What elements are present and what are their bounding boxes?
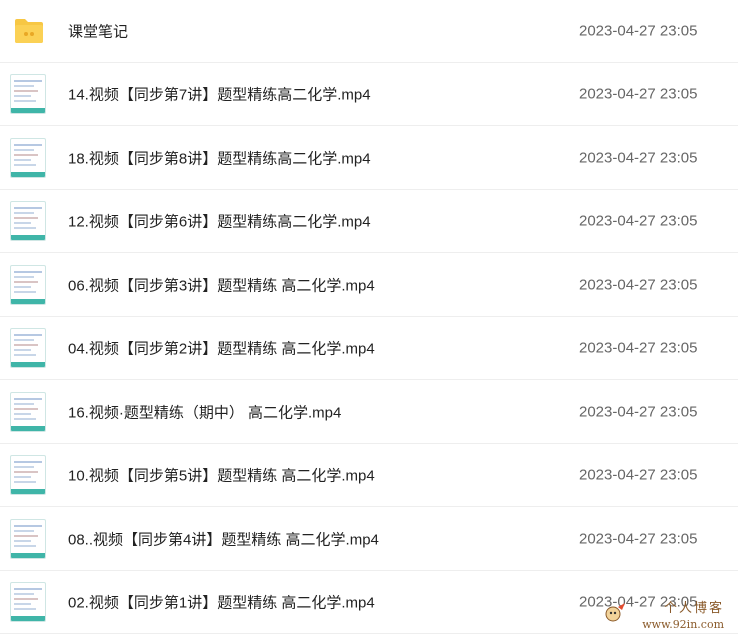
modified-date: 2023-04-27 23:05 xyxy=(579,530,698,548)
video-thumbnail-icon xyxy=(10,519,46,559)
file-name: 10.视频【同步第5讲】题型精练 高二化学.mp4 xyxy=(68,467,375,485)
watermark: 个人博客 www.92in.com xyxy=(604,597,724,631)
video-thumbnail-icon xyxy=(10,392,46,432)
list-item[interactable]: 12.视频【同步第6讲】题型精练高二化学.mp4 2023-04-27 23:0… xyxy=(0,190,738,253)
video-thumbnail-icon xyxy=(10,455,46,495)
list-item[interactable]: 10.视频【同步第5讲】题型精练 高二化学.mp4 2023-04-27 23:… xyxy=(0,444,738,507)
modified-date: 2023-04-27 23:05 xyxy=(579,22,698,40)
video-thumbnail-icon xyxy=(10,265,46,305)
file-list: 课堂笔记 2023-04-27 23:05 14.视频【同步第7讲】题型精练高二… xyxy=(0,0,738,637)
file-name: 06.视频【同步第3讲】题型精练 高二化学.mp4 xyxy=(68,277,375,295)
list-item[interactable]: 课堂笔记 2023-04-27 23:05 xyxy=(0,0,738,63)
list-item[interactable]: 08..视频【同步第4讲】题型精练 高二化学.mp4 2023-04-27 23… xyxy=(0,508,738,571)
list-item[interactable]: 16.视频·题型精练（期中） 高二化学.mp4 2023-04-27 23:05 xyxy=(0,381,738,444)
modified-date: 2023-04-27 23:05 xyxy=(579,149,698,167)
video-thumbnail-icon xyxy=(10,582,46,622)
modified-date: 2023-04-27 23:05 xyxy=(579,212,698,230)
folder-icon xyxy=(15,19,43,43)
file-name: 14.视频【同步第7讲】题型精练高二化学.mp4 xyxy=(68,86,371,104)
file-name: 02.视频【同步第1讲】题型精练 高二化学.mp4 xyxy=(68,594,375,612)
file-name: 08..视频【同步第4讲】题型精练 高二化学.mp4 xyxy=(68,531,379,549)
file-name: 04.视频【同步第2讲】题型精练 高二化学.mp4 xyxy=(68,340,375,358)
modified-date: 2023-04-27 23:05 xyxy=(579,466,698,484)
video-thumbnail-icon xyxy=(10,201,46,241)
file-name: 课堂笔记 xyxy=(68,23,129,41)
modified-date: 2023-04-27 23:05 xyxy=(579,276,698,294)
watermark-title: 个人博客 xyxy=(663,601,724,616)
video-thumbnail-icon xyxy=(10,74,46,114)
video-thumbnail-icon xyxy=(10,138,46,178)
list-item[interactable]: 18.视频【同步第8讲】题型精练高二化学.mp4 2023-04-27 23:0… xyxy=(0,127,738,190)
modified-date: 2023-04-27 23:05 xyxy=(579,339,698,357)
video-thumbnail-icon xyxy=(10,328,46,368)
bird-logo-icon xyxy=(605,603,625,622)
file-name: 12.视频【同步第6讲】题型精练高二化学.mp4 xyxy=(68,213,371,231)
modified-date: 2023-04-27 23:05 xyxy=(579,403,698,421)
watermark-url: www.92in.com xyxy=(642,618,724,631)
file-name: 16.视频·题型精练（期中） 高二化学.mp4 xyxy=(68,404,342,422)
list-item[interactable]: 04.视频【同步第2讲】题型精练 高二化学.mp4 2023-04-27 23:… xyxy=(0,317,738,380)
list-item[interactable]: 14.视频【同步第7讲】题型精练高二化学.mp4 2023-04-27 23:0… xyxy=(0,63,738,126)
file-name: 18.视频【同步第8讲】题型精练高二化学.mp4 xyxy=(68,150,371,168)
list-item[interactable]: 06.视频【同步第3讲】题型精练 高二化学.mp4 2023-04-27 23:… xyxy=(0,254,738,317)
modified-date: 2023-04-27 23:05 xyxy=(579,85,698,103)
